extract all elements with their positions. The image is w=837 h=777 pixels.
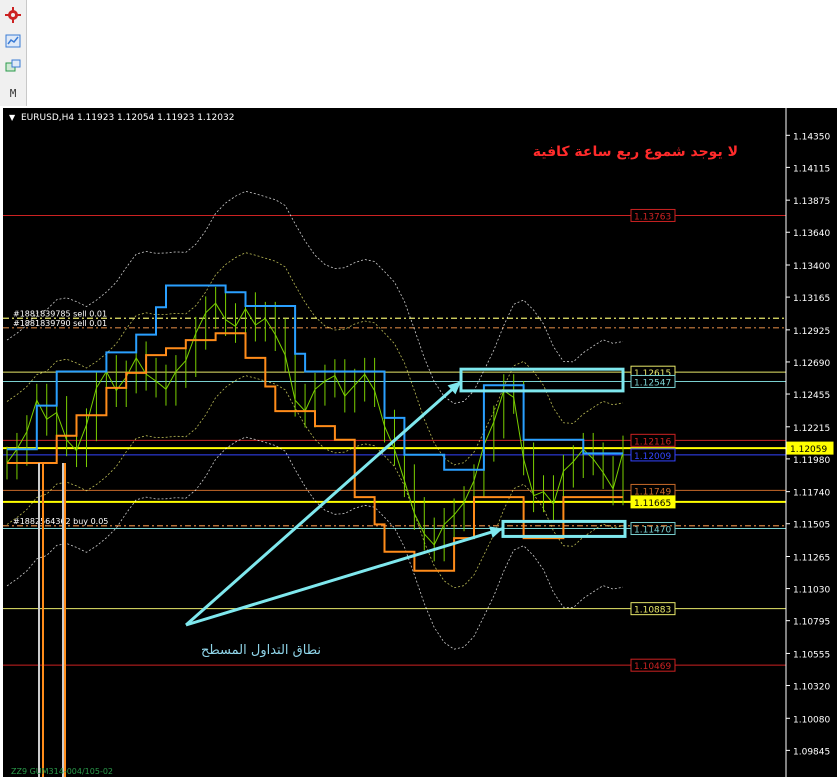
y-tick-label: 1.11265 <box>793 554 830 564</box>
y-tick-label: 1.13400 <box>793 262 830 272</box>
y-tick-label: 1.10795 <box>793 618 830 628</box>
chart-area[interactable]: 1.13763 1.12615 1.12547 1.12116 1.12059 1.120… <box>3 108 837 777</box>
y-tick-label: 1.10320 <box>793 683 830 693</box>
gear-icon[interactable] <box>4 6 22 24</box>
level-label: 1.11470 <box>634 526 671 536</box>
y-tick-label: 1.14115 <box>793 164 830 174</box>
network-icon[interactable] <box>4 58 22 76</box>
y-tick-label: 1.13640 <box>793 229 830 239</box>
y-tick-label: 1.10080 <box>793 715 830 725</box>
level-label: 1.13763 <box>634 212 671 222</box>
level-label: 1.11665 <box>634 499 671 509</box>
y-tick-label: 1.09845 <box>793 747 830 757</box>
chart-header: EURUSD,H4 1.11923 1.12054 1.11923 1.1203… <box>21 113 234 123</box>
price-chart[interactable]: 1.137631.126151.125471.121161.120591.120… <box>3 108 837 777</box>
y-tick-label: 1.12690 <box>793 359 830 369</box>
level-label: 1.12059 <box>790 445 827 455</box>
level-label: 1.10883 <box>634 606 671 616</box>
level-label: 1.12116 <box>634 437 671 447</box>
annotation-bottom: نطاق التداول المسطح <box>201 643 321 658</box>
y-tick-label: 1.13165 <box>793 294 830 304</box>
y-tick-label: 1.11030 <box>793 586 830 596</box>
level-label: 1.12547 <box>634 378 671 388</box>
level-label: 1.12009 <box>634 452 671 462</box>
arrow-shaft <box>185 380 462 627</box>
order-label: #1882564362 buy 0.05 <box>13 517 108 526</box>
y-tick-label: 1.12215 <box>793 424 830 434</box>
envelope-band <box>6 252 624 466</box>
indicator-label: ZZ9 GUM314-004/105-02 <box>11 767 113 776</box>
order-label: #1881839785 sell 0.01 <box>13 309 107 318</box>
y-tick-label: 1.13875 <box>793 197 830 207</box>
window-tab-label[interactable]: M <box>4 84 22 102</box>
y-tick-label: 1.12455 <box>793 391 830 401</box>
toolbar-strip: M <box>0 0 27 106</box>
y-tick-label: 1.11980 <box>793 456 830 466</box>
order-label: #1881839790 sell 0.01 <box>13 319 107 328</box>
y-tick-label: 1.10555 <box>793 650 830 660</box>
envelope-band <box>6 436 624 650</box>
chart-menu-triangle: ▼ <box>9 113 16 122</box>
arrow-shaft <box>185 527 504 627</box>
chart-icon[interactable] <box>4 32 22 50</box>
y-tick-label: 1.11740 <box>793 489 830 499</box>
y-tick-label: 1.11505 <box>793 521 830 531</box>
level-label: 1.10469 <box>634 662 671 672</box>
annotation-top: لا يوجد شموع ربع ساعة كافية <box>533 144 738 160</box>
y-tick-label: 1.12925 <box>793 327 830 337</box>
y-tick-label: 1.14350 <box>793 132 830 142</box>
